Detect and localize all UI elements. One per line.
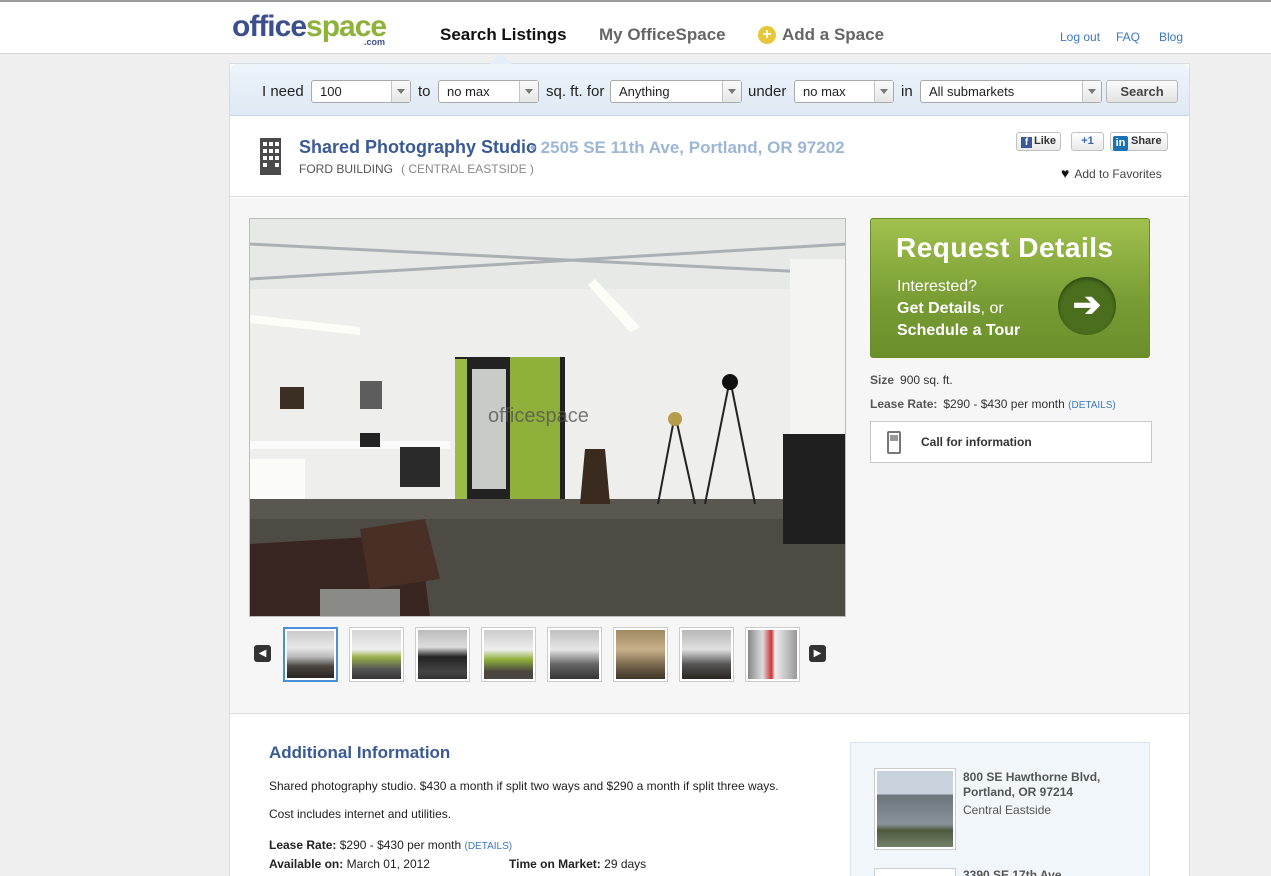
to-label: to: [418, 83, 431, 100]
request-details-title: Request Details: [896, 232, 1114, 263]
photo-thumbnail[interactable]: [415, 627, 470, 682]
lease-rate-line: Lease Rate: $290 - $430 per month (DETAI…: [269, 838, 513, 852]
lease-rate-info: Lease Rate: $290 - $430 per month (DETAIL…: [870, 397, 1116, 411]
search-button[interactable]: Search: [1106, 80, 1178, 103]
heart-icon: ♥: [1061, 165, 1070, 181]
photo-thumbnail[interactable]: [283, 627, 338, 682]
chevron-down-icon: [722, 81, 741, 102]
photo-thumbnail[interactable]: [349, 627, 404, 682]
add-to-favorites[interactable]: ♥ Add to Favorites: [1061, 165, 1162, 181]
lease-details-link[interactable]: (DETAILS): [1068, 400, 1116, 411]
linkedin-share-button[interactable]: in Share: [1110, 132, 1168, 151]
additional-info-heading: Additional Information: [269, 743, 451, 762]
additional-information-section: Additional Information Shared photograph…: [230, 715, 1189, 876]
in-label: in: [901, 83, 913, 100]
use-type-select[interactable]: Anything: [610, 80, 742, 103]
cost-paragraph: Cost includes internet and utilities.: [269, 807, 452, 821]
photo-watermark: officespace: [488, 405, 589, 427]
time-on-market-line: Time on Market: 29 days: [509, 857, 647, 871]
under-label: under: [748, 83, 787, 100]
max-size-select[interactable]: no max: [438, 80, 539, 103]
listing-content: officespace ◀ ▶ Request Details Interest…: [230, 198, 1189, 714]
request-details-button[interactable]: Request Details Interested? Get Details,…: [870, 218, 1150, 358]
faq-link[interactable]: FAQ: [1116, 30, 1140, 44]
thumbnail-next-button[interactable]: ▶: [809, 645, 826, 662]
plus-icon: +: [758, 26, 776, 44]
size-info: Size 900 sq. ft.: [870, 373, 953, 387]
sqft-label: sq. ft. for: [546, 83, 605, 100]
facebook-like-button[interactable]: f Like: [1016, 132, 1061, 151]
photo-thumbnail[interactable]: [745, 627, 800, 682]
nav-search-listings[interactable]: Search Listings: [440, 25, 567, 45]
photo-thumbnail[interactable]: [547, 627, 602, 682]
listing-panel: I need 100 to no max sq. ft. for Anythin…: [229, 63, 1190, 876]
request-details-subtitle: Interested? Get Details, or Schedule a T…: [897, 278, 1021, 339]
facebook-icon: f: [1021, 137, 1032, 148]
chevron-down-icon: [874, 81, 893, 102]
photo-thumbnail[interactable]: [679, 627, 734, 682]
submarket-select[interactable]: All submarkets: [920, 80, 1102, 103]
nav-my-officespace[interactable]: My OfficeSpace: [599, 25, 726, 45]
linkedin-icon: in: [1113, 136, 1128, 151]
site-header: officespace .com Search Listings My Offi…: [0, 2, 1271, 54]
photo-thumbnail[interactable]: [481, 627, 536, 682]
call-for-information-button[interactable]: Call for information: [870, 421, 1152, 463]
lease-details-link[interactable]: (DETAILS): [464, 841, 512, 852]
logout-link[interactable]: Log out: [1060, 30, 1100, 44]
max-price-select[interactable]: no max: [794, 80, 894, 103]
need-label: I need: [262, 83, 304, 100]
listing-title-bar: Shared Photography Studio • 2505 SE 11th…: [230, 117, 1189, 197]
listing-title: Shared Photography Studio: [299, 137, 538, 157]
phone-icon: [887, 431, 901, 454]
submarket-label: ( CENTRAL EASTSIDE ): [401, 162, 534, 176]
arrow-right-icon: ➔: [1058, 277, 1116, 335]
photo-thumbnail[interactable]: [613, 627, 668, 682]
thumbnail-prev-button[interactable]: ◀: [254, 645, 271, 662]
google-plusone-button[interactable]: +1: [1071, 132, 1104, 151]
main-listing-photo[interactable]: officespace: [249, 218, 846, 617]
blog-link[interactable]: Blog: [1159, 30, 1183, 44]
nearby-listing-photo[interactable]: [874, 868, 956, 876]
chevron-down-icon: [519, 81, 538, 102]
nav-active-caret: [490, 53, 512, 64]
nearby-listing-photo[interactable]: [874, 768, 956, 850]
officespace-logo[interactable]: officespace .com: [232, 10, 387, 47]
listing-address: • 2505 SE 11th Ave, Portland, OR 97202: [530, 138, 845, 157]
nav-add-a-space[interactable]: + Add a Space: [758, 25, 884, 45]
search-bar: I need 100 to no max sq. ft. for Anythin…: [230, 64, 1189, 116]
nearby-listing-address[interactable]: 800 SE Hawthorne Blvd, Portland, OR 97214: [963, 770, 1100, 800]
min-size-select[interactable]: 100: [311, 80, 411, 103]
building-icon: [260, 138, 281, 175]
building-name[interactable]: FORD BUILDING( CENTRAL EASTSIDE ): [299, 162, 534, 176]
nearby-listing-area: Central Eastside: [963, 803, 1052, 817]
chevron-down-icon: [1082, 81, 1101, 102]
nearby-listings: 800 SE Hawthorne Blvd, Portland, OR 97214…: [850, 742, 1150, 876]
available-on-line: Available on: March 01, 2012: [269, 857, 430, 871]
description-paragraph: Shared photography studio. $430 a month …: [269, 779, 779, 793]
nearby-listing-address[interactable]: 3390 SE 17th Ave: [963, 868, 1062, 876]
chevron-down-icon: [391, 81, 410, 102]
